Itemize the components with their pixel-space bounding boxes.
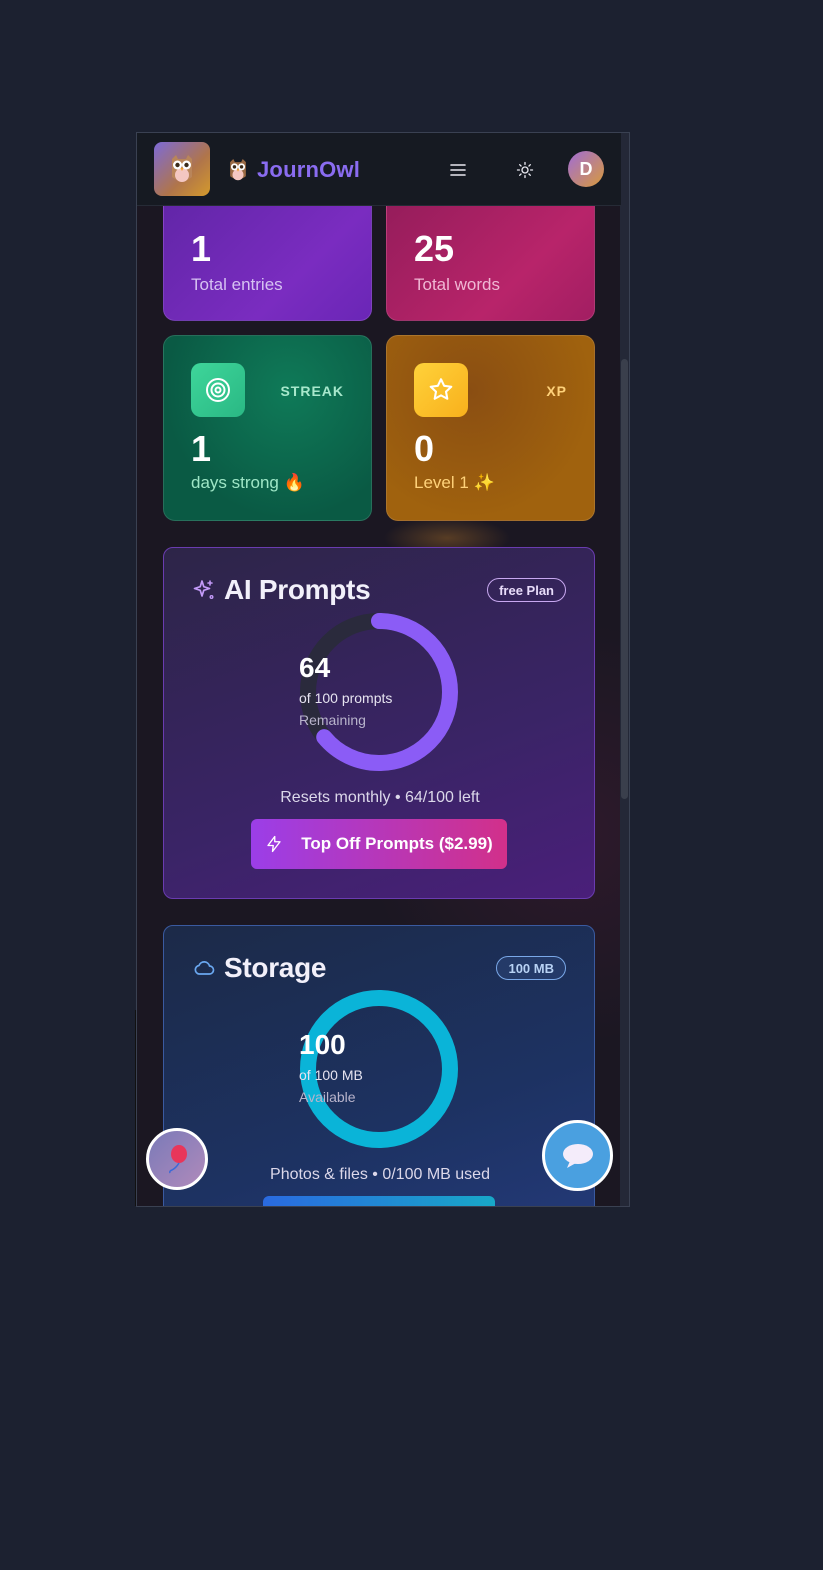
target-icon bbox=[191, 363, 245, 417]
cloud-icon bbox=[194, 961, 215, 975]
storage-action-button[interactable] bbox=[263, 1196, 495, 1206]
sun-icon bbox=[516, 161, 534, 179]
chat-bubble-icon bbox=[562, 1143, 593, 1168]
prompts-remaining-value: 64 bbox=[299, 652, 331, 683]
scrollbar[interactable] bbox=[620, 133, 629, 1206]
menu-button[interactable] bbox=[445, 157, 471, 183]
storage-badge: 100 MB bbox=[496, 956, 566, 980]
storage-ring: 100 of 100 MB Available bbox=[299, 989, 459, 1149]
storage-footer: Photos & files • 0/100 MB used bbox=[270, 1166, 490, 1183]
balloon-button[interactable] bbox=[146, 1128, 208, 1190]
words-value: 25 bbox=[414, 228, 455, 269]
xp-label: Level 1 ✨ bbox=[414, 473, 495, 492]
scrollbar-thumb[interactable] bbox=[621, 359, 628, 799]
prompts-footer: Resets monthly • 64/100 left bbox=[280, 789, 480, 806]
brand[interactable]: JournOwl bbox=[227, 155, 360, 185]
words-label: Total words bbox=[414, 275, 500, 294]
scroll-content[interactable]: 1 Total entries 25 Total words STREAK 1 … bbox=[137, 133, 621, 1206]
prompts-remaining-label: Remaining bbox=[299, 712, 366, 728]
top-off-button-label: Top Off Prompts ($2.99) bbox=[301, 834, 493, 853]
owl-logo-icon[interactable] bbox=[154, 142, 210, 196]
entries-value: 1 bbox=[191, 228, 212, 269]
top-off-prompts-button[interactable]: Top Off Prompts ($2.99) bbox=[251, 819, 507, 869]
storage-title: Storage bbox=[224, 952, 327, 983]
menu-icon bbox=[450, 164, 466, 176]
streak-tag: STREAK bbox=[280, 383, 344, 399]
storage-panel: Storage 100 MB 100 of 100 MB Available P… bbox=[163, 925, 595, 1206]
sparkles-icon bbox=[193, 580, 214, 600]
prompts-total-label: of 100 prompts bbox=[299, 690, 393, 706]
storage-available-label: Available bbox=[299, 1089, 356, 1105]
theme-toggle-button[interactable] bbox=[512, 157, 538, 183]
ai-prompts-panel: AI Prompts free Plan 64 of 100 prompts R… bbox=[163, 547, 595, 899]
balloon-icon bbox=[169, 1145, 187, 1174]
plan-badge: free Plan bbox=[487, 578, 566, 602]
ai-prompts-title: AI Prompts bbox=[224, 574, 371, 605]
streak-value: 1 bbox=[191, 428, 212, 469]
xp-value: 0 bbox=[414, 428, 435, 469]
entries-label: Total entries bbox=[191, 275, 283, 294]
stat-card-xp: XP 0 Level 1 ✨ bbox=[386, 335, 595, 521]
storage-total-label: of 100 MB bbox=[299, 1067, 363, 1083]
brand-name: JournOwl bbox=[257, 157, 361, 182]
avatar[interactable]: D bbox=[568, 151, 604, 187]
storage-available-value: 100 bbox=[299, 1029, 346, 1060]
chat-button[interactable] bbox=[542, 1120, 613, 1191]
lightning-icon bbox=[267, 835, 281, 853]
streak-label: days strong 🔥 bbox=[191, 473, 305, 492]
prompts-ring: 64 of 100 prompts Remaining bbox=[299, 612, 459, 772]
app-viewport: 1 Total entries 25 Total words STREAK 1 … bbox=[136, 132, 630, 1207]
owl-icon bbox=[230, 159, 246, 181]
stat-card-streak: STREAK 1 days strong 🔥 bbox=[163, 335, 372, 521]
xp-tag: XP bbox=[546, 383, 567, 399]
app-header: JournOwl D bbox=[137, 133, 621, 206]
star-icon bbox=[414, 363, 468, 417]
